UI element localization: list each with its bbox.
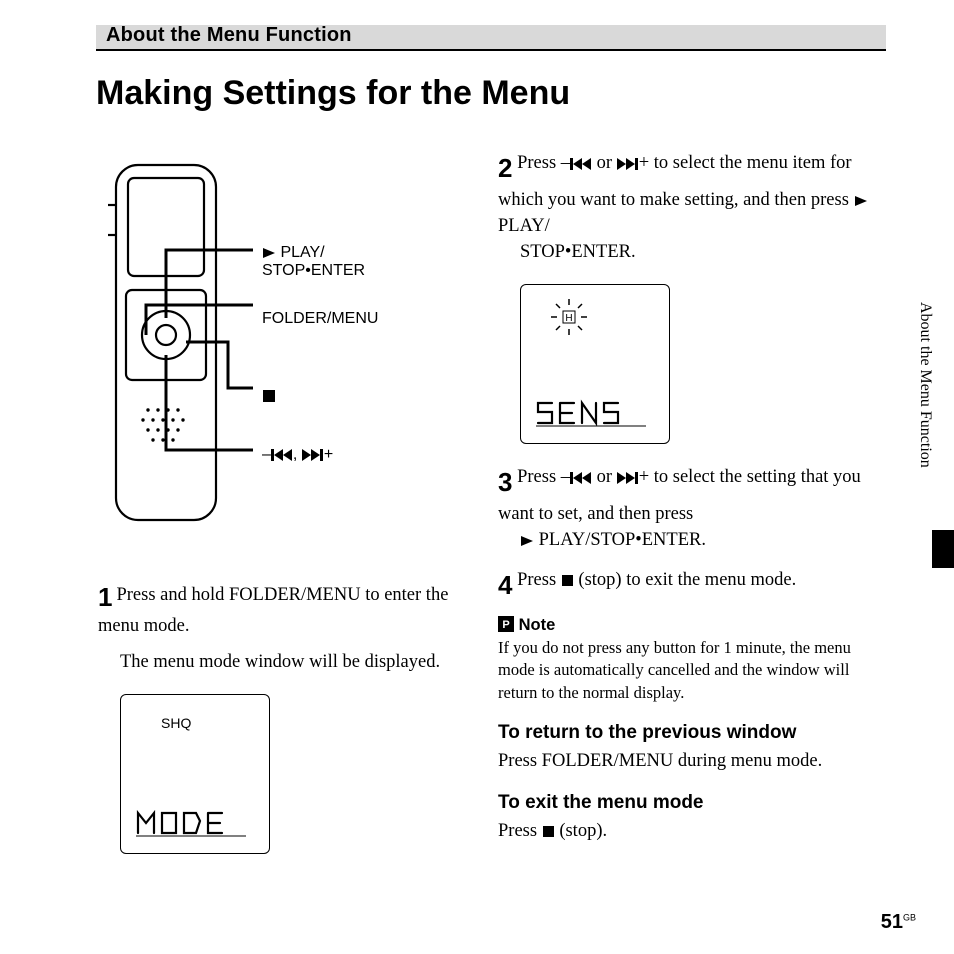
next-track-icon [617,158,639,170]
step-2-text-b: or [592,153,617,173]
side-tab-label: About the Menu Function [916,302,934,468]
step-2-text-e: STOP•ENTER. [498,239,886,265]
callout-play-line2: STOP•ENTER [262,262,365,279]
step-3-text-d: PLAY/STOP•ENTER. [534,530,706,550]
play-icon [520,535,534,547]
lcd-sens-window: H [520,284,670,444]
exit-mode-body-a: Press [498,821,542,841]
step-3-text-a: Press – [517,467,570,487]
page-title: Making Settings for the Menu [96,74,570,113]
step-3-text-b: or [592,467,617,487]
callout-nav-comma: , [293,446,297,463]
lcd-h-text: H [565,313,572,324]
note-header: P Note [498,616,886,635]
return-prev-body: Press FOLDER/MENU during menu mode. [498,748,886,774]
note-icon: P [498,616,514,632]
stop-icon [262,389,276,403]
stop-icon [561,574,574,587]
exit-mode-body: Press (stop). [498,818,886,844]
page-number-value: 51 [881,911,903,933]
exit-mode-head: To exit the menu mode [498,792,886,814]
right-column: 2 Press – or + to select the menu item f… [498,150,886,844]
section-header: About the Menu Function [106,24,352,47]
prev-track-icon [570,158,592,170]
step-2-number: 2 [498,150,512,187]
lcd-sens-segment [536,398,646,435]
device-svg [98,150,358,540]
step-3-line2: PLAY/STOP•ENTER. [498,527,886,553]
lcd-shq-label: SHQ [161,715,191,731]
step-1-text1: Press and hold FOLDER/MENU to enter the … [98,585,448,636]
left-column: PLAY/ STOP•ENTER FOLDER/MENU –, + 1 Pres… [98,150,468,864]
lcd-h-indicator: H [549,297,589,337]
lcd-mode-segment [136,808,246,845]
side-tab-marker [932,530,954,568]
step-2-text-d: PLAY/ [498,216,550,236]
note-label: Note [519,616,556,634]
prev-track-icon [570,472,592,484]
step-3-number: 3 [498,464,512,501]
callout-folder-menu: FOLDER/MENU [262,310,378,328]
step-2: 2 Press – or + to select the menu item f… [498,150,886,444]
next-track-icon [617,472,639,484]
step-1: 1 Press and hold FOLDER/MENU to enter th… [98,582,468,854]
step-1-number: 1 [98,582,112,613]
next-track-icon [302,449,324,461]
step-1-text2: The menu mode window will be displayed. [98,649,468,675]
page-number: 51GB [881,911,916,934]
device-illustration: PLAY/ STOP•ENTER FOLDER/MENU –, + [98,150,468,550]
return-prev-head: To return to the previous window [498,722,886,744]
step-3: 3 Press – or + to select the setting tha… [498,464,886,553]
svg-text:P: P [502,619,509,631]
lcd-mode-window: SHQ [120,694,270,854]
callout-play-line1: PLAY/ [280,244,324,261]
step-4-text-a: Press [517,570,561,590]
step-4-text-b: (stop) to exit the menu mode. [574,570,796,590]
callout-play-stop: PLAY/ STOP•ENTER [262,244,365,279]
play-icon [854,195,868,207]
callout-prev-next: –, + [262,446,333,464]
callout-stop [262,388,276,406]
play-icon [262,247,276,259]
step-4: 4 Press (stop) to exit the menu mode. [498,567,886,604]
page-region: GB [903,912,916,922]
step-4-number: 4 [498,567,512,604]
step-2-text-a: Press – [517,153,570,173]
stop-icon [542,825,555,838]
prev-track-icon [271,449,293,461]
note-body: If you do not press any button for 1 min… [498,637,886,704]
exit-mode-body-b: (stop). [555,821,607,841]
